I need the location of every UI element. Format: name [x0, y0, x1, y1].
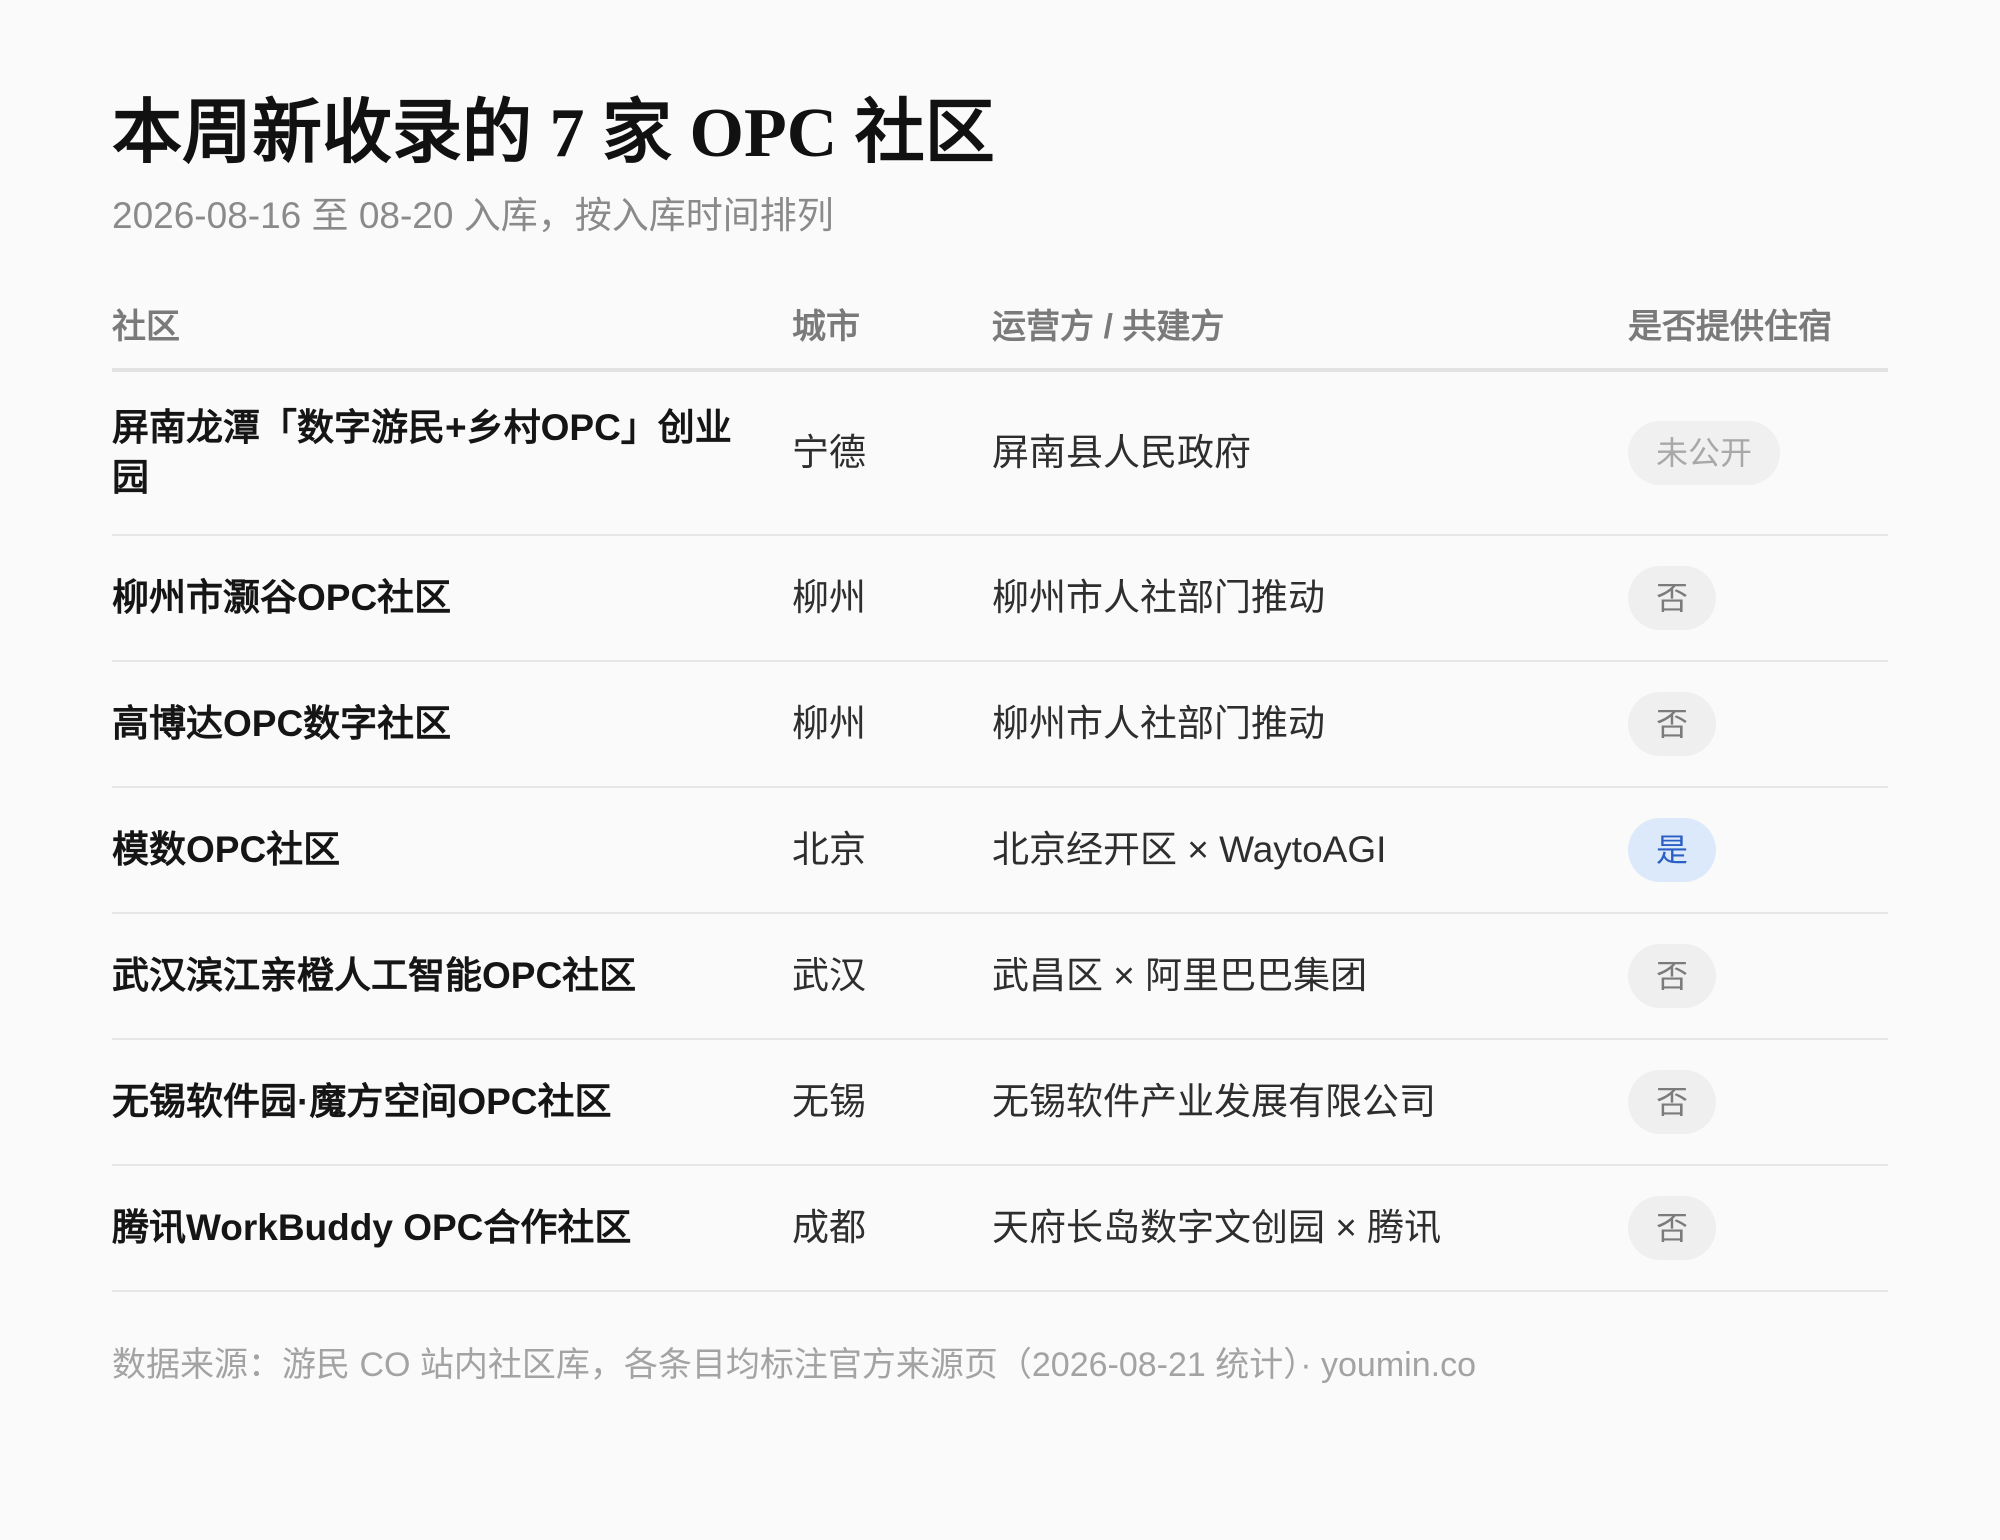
column-header-name: 社区: [112, 308, 180, 346]
community-name: 模数OPC社区: [112, 829, 341, 870]
community-operator: 天府长岛数字文创园 × 腾讯: [992, 1207, 1442, 1248]
lodging-cell: 否: [1628, 566, 1888, 630]
community-operator: 柳州市人社部门推动: [992, 703, 1325, 744]
community-name: 高博达OPC数字社区: [112, 703, 452, 744]
community-operator: 无锡软件产业发展有限公司: [992, 1081, 1436, 1122]
community-city: 成都: [792, 1207, 866, 1248]
lodging-cell: 否: [1628, 944, 1888, 1008]
table-row: 无锡软件园·魔方空间OPC社区 无锡 无锡软件产业发展有限公司 否: [112, 1040, 1888, 1166]
page-subtitle: 2026-08-16 至 08-20 入库，按入库时间排列: [112, 195, 834, 236]
table-row: 高博达OPC数字社区 柳州 柳州市人社部门推动 否: [112, 662, 1888, 788]
community-city: 柳州: [792, 703, 866, 744]
lodging-cell: 未公开: [1628, 421, 1888, 485]
lodging-badge: 否: [1628, 944, 1717, 1008]
footer-source: 数据来源：游民 CO 站内社区库，各条目均标注官方来源页（2026-08-21 …: [112, 1346, 1476, 1384]
community-city: 无锡: [792, 1081, 866, 1122]
page-title: 本周新收录的 7 家 OPC 社区: [112, 95, 995, 172]
community-city: 北京: [792, 829, 866, 870]
lodging-badge: 否: [1628, 566, 1717, 630]
community-name: 武汉滨江亲橙人工智能OPC社区: [112, 955, 637, 996]
community-name: 无锡软件园·魔方空间OPC社区: [112, 1081, 612, 1122]
community-city: 宁德: [792, 432, 866, 473]
community-operator: 北京经开区 × WaytoAGI: [992, 829, 1387, 870]
column-header-lodging: 是否提供住宿: [1628, 308, 1832, 346]
community-name: 柳州市灏谷OPC社区: [112, 577, 452, 618]
table-row: 屏南龙潭「数字游民+乡村OPC」创业园 宁德 屏南县人民政府 未公开: [112, 372, 1888, 536]
community-name: 腾讯WorkBuddy OPC合作社区: [112, 1207, 632, 1248]
community-city: 柳州: [792, 577, 866, 618]
table-row: 模数OPC社区 北京 北京经开区 × WaytoAGI 是: [112, 788, 1888, 914]
lodging-badge: 否: [1628, 692, 1717, 756]
lodging-cell: 否: [1628, 1196, 1888, 1260]
table-row: 柳州市灏谷OPC社区 柳州 柳州市人社部门推动 否: [112, 536, 1888, 662]
lodging-cell: 否: [1628, 692, 1888, 756]
lodging-badge: 否: [1628, 1196, 1717, 1260]
table-row: 武汉滨江亲橙人工智能OPC社区 武汉 武昌区 × 阿里巴巴集团 否: [112, 914, 1888, 1040]
table-header: 社区 城市 运营方 / 共建方 是否提供住宿: [112, 286, 1888, 372]
lodging-cell: 是: [1628, 818, 1888, 882]
community-operator: 柳州市人社部门推动: [992, 577, 1325, 618]
table-row: 腾讯WorkBuddy OPC合作社区 成都 天府长岛数字文创园 × 腾讯 否: [112, 1166, 1888, 1292]
community-name: 屏南龙潭「数字游民+乡村OPC」创业园: [112, 407, 732, 498]
lodging-badge: 否: [1628, 1070, 1717, 1134]
column-header-operator: 运营方 / 共建方: [992, 308, 1225, 346]
community-city: 武汉: [792, 955, 866, 996]
community-operator: 武昌区 × 阿里巴巴集团: [992, 955, 1368, 996]
lodging-badge: 是: [1628, 818, 1717, 882]
lodging-badge: 未公开: [1628, 421, 1781, 485]
community-table: 社区 城市 运营方 / 共建方 是否提供住宿 屏南龙潭「数字游民+乡村OPC」创…: [112, 286, 1888, 1292]
column-header-city: 城市: [792, 308, 860, 346]
lodging-cell: 否: [1628, 1070, 1888, 1134]
community-operator: 屏南县人民政府: [992, 432, 1251, 473]
